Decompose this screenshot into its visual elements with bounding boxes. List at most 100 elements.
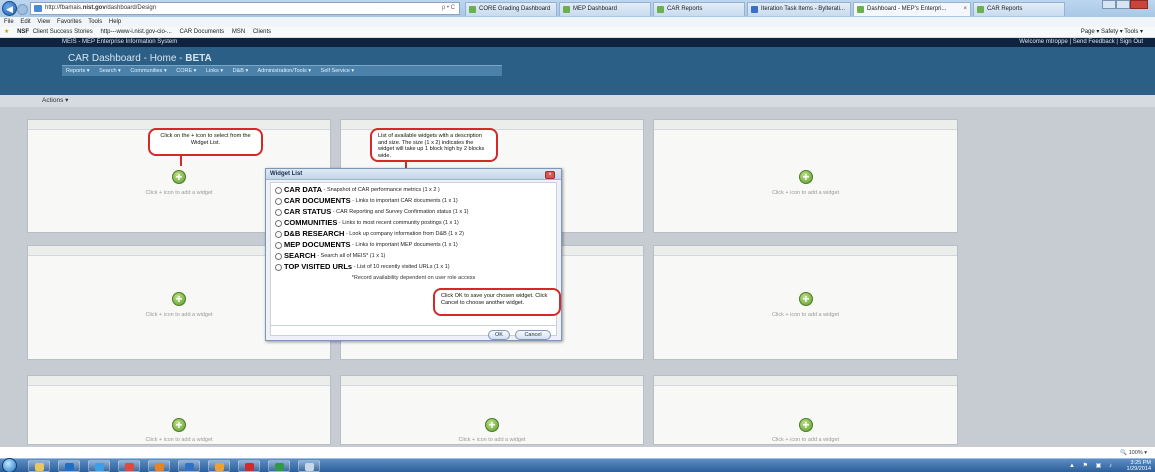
tab-mep-dashboard[interactable]: MEP Dashboard	[559, 2, 651, 16]
taskbar-media[interactable]	[58, 460, 80, 472]
close-icon[interactable]: ×	[545, 171, 555, 179]
callout-pointer	[180, 156, 182, 166]
radio-button[interactable]	[275, 263, 282, 271]
nav-search[interactable]: Search ▾	[99, 68, 121, 74]
actions-bar: Actions ▾	[0, 95, 1155, 107]
option-desc: - List of 10 recently visited URLs (1 x …	[352, 264, 450, 270]
maximize-button[interactable]	[1116, 0, 1130, 9]
radio-button[interactable]	[275, 252, 282, 260]
back-button[interactable]: ◀	[2, 1, 17, 16]
add-widget-plus-icon[interactable]	[172, 169, 186, 185]
option-name: SEARCH	[284, 251, 316, 260]
tab-car-reports[interactable]: CAR Reports	[653, 2, 745, 16]
widget-option-car-data[interactable]: CAR DATA - Snapshot of CAR performance m…	[275, 185, 440, 195]
nav-reports[interactable]: Reports ▾	[66, 68, 90, 74]
tab-favicon	[977, 6, 984, 13]
tab-car-reports-2[interactable]: CAR Reports	[973, 2, 1065, 16]
clock[interactable]: 3:25 PM 1/29/2014	[1127, 460, 1151, 472]
add-widget-plus-icon[interactable]	[799, 417, 813, 433]
minimize-button[interactable]	[1102, 0, 1116, 9]
fav-msn[interactable]: MSN	[232, 29, 245, 35]
clock-date: 1/29/2014	[1126, 466, 1151, 472]
close-window-button[interactable]	[1130, 0, 1148, 9]
nav-links[interactable]: Links ▾	[206, 68, 223, 74]
widget-option-mep-documents[interactable]: MEP DOCUMENTS - Links to important MEP d…	[275, 240, 458, 250]
beta-label: BETA	[185, 53, 212, 64]
taskbar-lync[interactable]	[178, 460, 200, 472]
menu-edit[interactable]: Edit	[20, 19, 30, 25]
taskbar-chrome[interactable]	[118, 460, 140, 472]
taskbar-acrobat[interactable]	[238, 460, 260, 472]
add-widget-plus-icon[interactable]	[172, 417, 186, 433]
taskbar-ie[interactable]	[88, 460, 110, 472]
option-desc: - Links to important MEP documents (1 x …	[350, 242, 458, 248]
add-widget-hint: Click + icon to add a widget	[771, 190, 840, 196]
fav-car-documents[interactable]: CAR Documents	[179, 29, 224, 35]
zoom-level[interactable]: 🔍 100% ▾	[1120, 450, 1147, 456]
forward-button[interactable]	[17, 4, 28, 15]
taskbar-outlook[interactable]	[208, 460, 230, 472]
fav-client-success[interactable]: Client Success Stories	[33, 29, 93, 35]
tab-iteration-task[interactable]: Iteration Task Items - Bylterati...	[747, 2, 851, 16]
option-desc: - Snapshot of CAR performance metrics (1…	[322, 187, 440, 193]
taskbar-paint[interactable]	[298, 460, 320, 472]
add-widget-plus-icon[interactable]	[485, 417, 499, 433]
radio-button[interactable]	[275, 197, 282, 205]
add-widget-plus-icon[interactable]	[799, 169, 813, 185]
tab-close-icon[interactable]: ×	[963, 3, 967, 15]
paint-icon	[305, 463, 314, 471]
widget-option-car-documents[interactable]: CAR DOCUMENTS - Links to important CAR d…	[275, 196, 458, 206]
widget-option-top-visited-urls[interactable]: TOP VISITED URLs - List of 10 recently v…	[275, 262, 450, 272]
nav-dnb[interactable]: D&B ▾	[233, 68, 249, 74]
taskbar-firefox[interactable]	[148, 460, 170, 472]
menu-view[interactable]: View	[37, 19, 50, 25]
fav-nsf[interactable]: NSF	[17, 29, 29, 35]
tab-label: CAR Reports	[987, 6, 1023, 12]
menu-help[interactable]: Help	[109, 19, 121, 25]
favorites-star-icon[interactable]: ★	[4, 29, 9, 35]
address-bar[interactable]: http://fbamais.nist.gov/dashboard/Design…	[30, 2, 460, 15]
radio-button[interactable]	[275, 219, 282, 227]
user-links[interactable]: Welcome mtroppe | Send Feedback | Sign O…	[1019, 38, 1143, 47]
option-desc: - CAR Reporting and Survey Confirmation …	[331, 209, 469, 215]
app-top-bar: MEIS - MEP Enterprise Information System…	[0, 38, 1155, 47]
radio-button[interactable]	[275, 186, 282, 194]
nav-core[interactable]: CORE ▾	[176, 68, 196, 74]
add-widget-plus-icon[interactable]	[172, 291, 186, 307]
nav-self-service[interactable]: Self Service ▾	[321, 68, 355, 74]
ok-button[interactable]: OK	[488, 330, 510, 340]
fav-nist-cio[interactable]: http---www-i.nist.gov-cio-...	[100, 29, 171, 35]
widget-slot-9: Click + icon to add a widget	[653, 375, 958, 445]
nav-admin-tools[interactable]: Administration/Tools ▾	[257, 68, 311, 74]
firefox-icon	[155, 463, 164, 471]
menu-favorites[interactable]: Favorites	[57, 19, 82, 25]
actions-menu-button[interactable]: Actions ▾	[42, 96, 68, 106]
widget-option-communities[interactable]: COMMUNITIES - Links to most recent commu…	[275, 218, 459, 228]
option-name: COMMUNITIES	[284, 218, 338, 227]
taskbar-explorer[interactable]	[28, 460, 50, 472]
widget-option-car-status[interactable]: CAR STATUS - CAR Reporting and Survey Co…	[275, 207, 469, 217]
address-controls[interactable]: ρ • C	[442, 3, 455, 14]
option-name: TOP VISITED URLs	[284, 262, 353, 271]
radio-button[interactable]	[275, 208, 282, 216]
taskbar-excel[interactable]	[268, 460, 290, 472]
system-tray-icons[interactable]: ▲ ⚑ ▣ ♪	[1069, 462, 1115, 469]
app-nav-bar: Reports ▾ Search ▾ Communities ▾ CORE ▾ …	[62, 65, 502, 76]
start-button[interactable]	[2, 458, 17, 472]
chrome-icon	[125, 463, 134, 471]
menu-tools[interactable]: Tools	[88, 19, 102, 25]
radio-button[interactable]	[275, 241, 282, 249]
nav-communities[interactable]: Communities ▾	[130, 68, 166, 74]
tab-core-grading[interactable]: CORE Grading Dashboard	[465, 2, 557, 16]
tab-favicon	[469, 6, 476, 13]
radio-button[interactable]	[275, 230, 282, 238]
widget-option-dnb-research[interactable]: D&B RESEARCH - Look up company informati…	[275, 229, 464, 239]
menu-file[interactable]: File	[4, 19, 14, 25]
add-widget-plus-icon[interactable]	[799, 291, 813, 307]
widget-option-search[interactable]: SEARCH - Search all of MEIS* (1 x 1)	[275, 251, 385, 261]
option-name: CAR DOCUMENTS	[284, 196, 351, 205]
fav-clients[interactable]: Clients	[253, 29, 271, 35]
command-bar[interactable]: Page ▾ Safety ▾ Tools ▾	[1081, 27, 1143, 38]
tab-dashboard-active[interactable]: Dashboard - MEP's Enterpri... ×	[853, 2, 971, 16]
cancel-button[interactable]: Cancel	[515, 330, 551, 340]
